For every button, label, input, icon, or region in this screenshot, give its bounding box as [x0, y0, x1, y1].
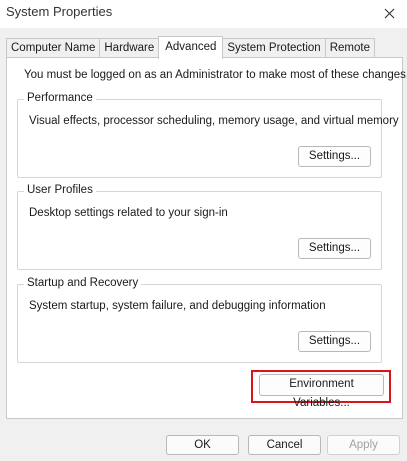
user-profiles-group: User Profiles Desktop settings related t… [17, 184, 382, 270]
system-properties-window: System Properties Computer Name Hardware… [0, 0, 407, 461]
window-title: System Properties [6, 4, 113, 19]
tab-hardware[interactable]: Hardware [99, 38, 160, 58]
tab-advanced[interactable]: Advanced [158, 36, 224, 59]
close-button[interactable] [371, 0, 407, 26]
startup-recovery-description: System startup, system failure, and debu… [29, 300, 326, 312]
tab-strip: Computer Name Hardware Advanced System P… [6, 36, 375, 59]
title-bar: System Properties [0, 0, 407, 28]
user-profiles-settings-button[interactable]: Settings... [298, 238, 371, 259]
advanced-tab-panel: You must be logged on as an Administrato… [6, 57, 407, 419]
performance-description: Visual effects, processor scheduling, me… [29, 115, 399, 127]
cancel-button[interactable]: Cancel [248, 435, 321, 455]
tab-remote[interactable]: Remote [324, 38, 375, 58]
performance-group: Performance Visual effects, processor sc… [17, 92, 399, 178]
environment-variables-button[interactable]: Environment Variables... [259, 374, 384, 409]
performance-settings-button[interactable]: Settings... [298, 146, 371, 167]
close-icon [384, 8, 394, 18]
admin-notice: You must be logged on as an Administrato… [24, 69, 407, 81]
startup-recovery-group-title: Startup and Recovery [24, 277, 142, 289]
user-profiles-group-title: User Profiles [24, 184, 96, 196]
ok-button[interactable]: OK [166, 435, 239, 455]
apply-button[interactable]: Apply [327, 435, 400, 455]
tab-computer-name[interactable]: Computer Name [6, 38, 101, 58]
startup-recovery-settings-button[interactable]: Settings... [298, 331, 371, 352]
user-profiles-description: Desktop settings related to your sign-in [29, 207, 228, 219]
startup-recovery-group: Startup and Recovery System startup, sys… [17, 277, 382, 363]
tab-system-protection[interactable]: System Protection [222, 38, 326, 58]
performance-group-title: Performance [24, 92, 96, 104]
